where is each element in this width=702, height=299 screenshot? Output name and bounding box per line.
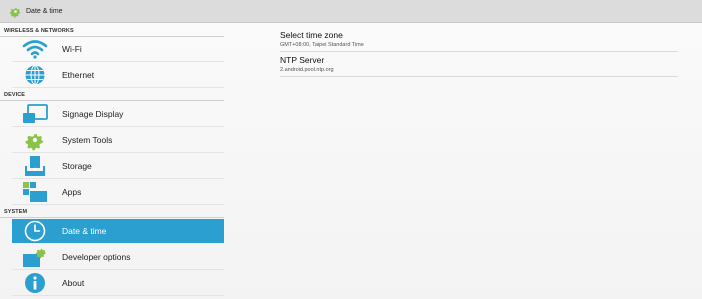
sidebar-item-system-tools[interactable]: System Tools <box>12 128 224 153</box>
sidebar-item-storage[interactable]: Storage <box>12 154 224 179</box>
window-title: Date & time <box>26 7 63 15</box>
sidebar-item-label: About <box>62 278 85 288</box>
setting-value: GMT+08:00, Taipei Standard Time <box>280 42 364 48</box>
sidebar: WIRELESS & NETWORKS Wi-Fi Ethernet DEVIC… <box>0 23 224 299</box>
section-divider <box>0 217 224 218</box>
sidebar-item-label: Wi-Fi <box>62 44 82 54</box>
main-area: WIRELESS & NETWORKS Wi-Fi Ethernet DEVIC… <box>0 23 702 299</box>
info-icon <box>22 272 48 294</box>
sidebar-item-label: Ethernet <box>62 70 95 80</box>
sidebar-item-about[interactable]: About <box>12 271 224 296</box>
apps-icon <box>22 181 48 203</box>
section-header-device: DEVICE <box>4 92 26 98</box>
sidebar-item-label: Storage <box>62 161 92 171</box>
setting-name: Select time zone <box>280 30 343 40</box>
sidebar-item-label: System Tools <box>62 135 113 145</box>
sidebar-item-apps[interactable]: Apps <box>12 180 224 205</box>
wifi-icon <box>22 38 48 60</box>
sidebar-item-label: Signage Display <box>62 109 124 119</box>
sidebar-item-signage-display[interactable]: Signage Display <box>12 102 224 127</box>
sidebar-item-ethernet[interactable]: Ethernet <box>12 63 224 88</box>
section-header-wireless: WIRELESS & NETWORKS <box>4 28 74 34</box>
setting-name: NTP Server <box>280 55 325 65</box>
developer-icon <box>22 246 48 268</box>
setting-ntp-server[interactable]: NTP Server 2.android.pool.ntp.org <box>280 55 680 73</box>
gear-icon <box>9 7 21 18</box>
sidebar-item-label: Apps <box>62 187 82 197</box>
setting-value: 2.android.pool.ntp.org <box>280 67 334 73</box>
sidebar-item-wifi[interactable]: Wi-Fi <box>12 37 224 62</box>
title-bar: Date & time <box>0 0 702 23</box>
sidebar-item-label: Developer options <box>62 252 131 262</box>
setting-divider <box>280 51 678 52</box>
display-icon <box>22 103 48 125</box>
section-header-system: SYSTEM <box>4 209 28 215</box>
sidebar-item-date-time[interactable]: Date & time <box>12 219 224 243</box>
sidebar-item-label: Date & time <box>62 226 107 236</box>
storage-icon <box>22 155 48 177</box>
setting-divider <box>280 76 678 77</box>
gear-icon <box>22 129 48 151</box>
globe-icon <box>22 64 48 86</box>
setting-select-time-zone[interactable]: Select time zone GMT+08:00, Taipei Stand… <box>280 30 680 48</box>
clock-icon <box>22 220 48 242</box>
section-divider <box>0 100 224 101</box>
sidebar-item-developer-options[interactable]: Developer options <box>12 245 224 270</box>
